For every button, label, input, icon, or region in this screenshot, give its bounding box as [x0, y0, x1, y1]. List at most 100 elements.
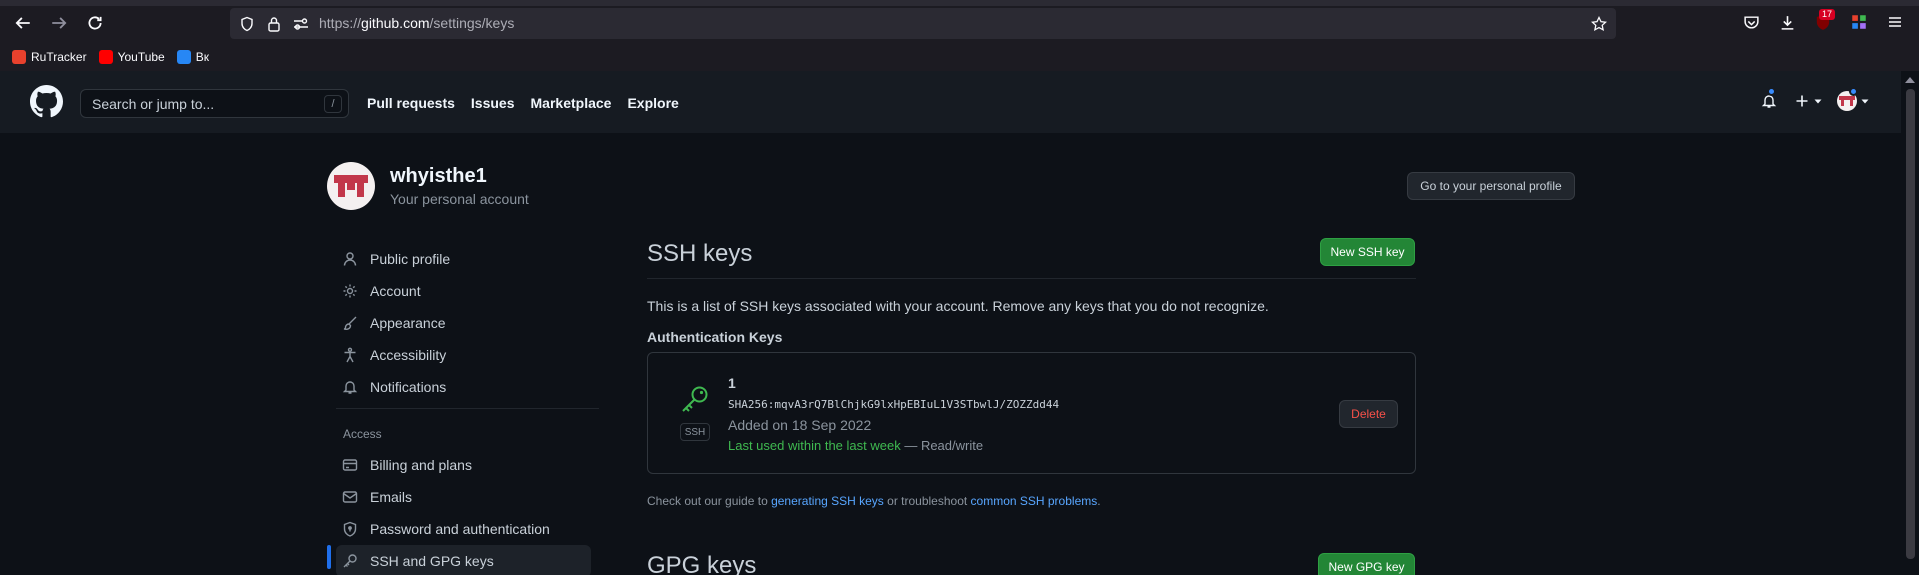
- active-indicator: [327, 545, 331, 569]
- key-type-badge: SSH: [680, 423, 710, 441]
- guide-middle: or troubleshoot: [883, 494, 971, 508]
- url-text[interactable]: https://github.com/settings/keys: [319, 15, 514, 31]
- search-placeholder: Search or jump to...: [92, 96, 215, 112]
- caret-down-icon: [1861, 99, 1869, 104]
- github-logo-icon[interactable]: [30, 85, 63, 118]
- notifications-button[interactable]: [1761, 87, 1777, 109]
- go-to-profile-button[interactable]: Go to your personal profile: [1407, 172, 1575, 200]
- nav-issues[interactable]: Issues: [471, 95, 515, 111]
- bookmark-star-icon[interactable]: [1590, 15, 1608, 33]
- sidebar-item-account[interactable]: Account: [336, 275, 591, 307]
- gpg-keys-title: GPG keys: [647, 552, 757, 575]
- tab-strip: [0, 0, 1919, 6]
- sidebar-item-emails[interactable]: Emails: [336, 481, 591, 513]
- shield-tracking-icon[interactable]: [238, 15, 256, 33]
- person-icon: [342, 251, 358, 267]
- key-last-used: Last used within the last week — Read/wr…: [728, 438, 983, 453]
- search-input[interactable]: Search or jump to... /: [80, 89, 349, 118]
- bookmark-label: YouTube: [117, 50, 165, 64]
- forward-button[interactable]: [46, 10, 72, 36]
- create-new-button[interactable]: [1794, 93, 1823, 109]
- bookmark-rutracker[interactable]: RuTracker: [12, 50, 87, 64]
- description-text: This is a list of SSH keys associated wi…: [647, 298, 1269, 314]
- sidebar-item-label: Notifications: [370, 379, 447, 395]
- plus-icon: [1796, 95, 1808, 107]
- arrow-right-icon: [52, 17, 67, 29]
- sidebar-item-label: Accessibility: [370, 347, 447, 363]
- new-ssh-key-button[interactable]: New SSH key: [1320, 238, 1415, 266]
- common-ssh-problems-link[interactable]: common SSH problems: [971, 494, 1098, 508]
- nav-pull-requests[interactable]: Pull requests: [367, 95, 455, 111]
- paintbrush-icon: [342, 315, 358, 331]
- auth-keys-heading: Authentication Keys: [647, 329, 783, 345]
- key-last-used-text: Last used within the last week: [728, 438, 901, 453]
- key-icon: [679, 383, 711, 415]
- url-host: github.com: [361, 15, 430, 31]
- sidebar-item-label: Account: [370, 283, 421, 299]
- credit-card-icon: [342, 457, 358, 473]
- browser-toolbar: https://github.com/settings/keys 17 RuTr…: [0, 0, 1919, 71]
- key-access-level: — Read/write: [900, 438, 984, 453]
- sidebar-item-label: Password and authentication: [370, 521, 550, 537]
- download-icon: [1781, 15, 1793, 30]
- shield-icon: [342, 521, 358, 537]
- lock-icon[interactable]: [265, 15, 283, 33]
- search-shortcut-key: /: [324, 95, 342, 113]
- bookmarks-bar: RuTracker YouTube Вк: [0, 46, 209, 68]
- sidebar-item-billing[interactable]: Billing and plans: [336, 449, 591, 481]
- delete-key-button[interactable]: Delete: [1339, 400, 1398, 428]
- key-fingerprint: SHA256:mqvA3rQ7BlChjkG9lxHpEBIuL1V3STbwl…: [728, 398, 1060, 411]
- pocket-button[interactable]: [1740, 11, 1762, 33]
- profile-subtitle: Your personal account: [390, 191, 529, 207]
- sidebar-item-notifications[interactable]: Notifications: [336, 371, 591, 403]
- url-scheme: https://: [319, 15, 362, 31]
- reload-button[interactable]: [82, 10, 108, 36]
- pocket-icon: [1743, 15, 1759, 29]
- back-button[interactable]: [10, 10, 36, 36]
- profile-avatar[interactable]: [327, 162, 375, 210]
- nav-explore[interactable]: Explore: [627, 95, 678, 111]
- header-nav: Pull requests Issues Marketplace Explore: [367, 95, 679, 111]
- vk-icon: [176, 50, 191, 64]
- sidebar-item-public-profile[interactable]: Public profile: [336, 243, 591, 275]
- bookmark-label: RuTracker: [31, 50, 87, 64]
- key-added-date: Added on 18 Sep 2022: [728, 417, 872, 433]
- scrollbar-thumb[interactable]: [1906, 89, 1915, 559]
- user-menu-button[interactable]: [1837, 87, 1870, 111]
- permissions-icon[interactable]: [292, 15, 310, 33]
- guide-suffix: .: [1097, 494, 1101, 508]
- downloads-button[interactable]: [1776, 11, 1798, 33]
- extension-button[interactable]: [1848, 11, 1870, 33]
- page-scrollbar[interactable]: [1901, 71, 1919, 575]
- address-bar[interactable]: https://github.com/settings/keys: [230, 8, 1616, 39]
- sidebar-item-password-auth[interactable]: Password and authentication: [336, 513, 591, 545]
- extension-badge: 17: [1819, 9, 1836, 20]
- sidebar-item-label: Public profile: [370, 251, 451, 267]
- bookmark-vk[interactable]: Вк: [176, 50, 209, 64]
- bookmark-label: Вк: [195, 50, 209, 64]
- key-title: 1: [728, 375, 736, 391]
- hamburger-icon: [1889, 17, 1901, 27]
- gear-icon: [342, 283, 358, 299]
- sidebar-item-appearance[interactable]: Appearance: [336, 307, 591, 339]
- title-divider: [647, 278, 1416, 279]
- new-gpg-key-button[interactable]: New GPG key: [1318, 553, 1415, 575]
- bookmark-youtube[interactable]: YouTube: [98, 50, 165, 64]
- rutracker-icon: [12, 50, 26, 64]
- arrow-left-icon: [15, 17, 30, 29]
- status-indicator: [1849, 87, 1858, 96]
- guide-text: Check out our guide to generating SSH ke…: [647, 494, 1101, 508]
- sidebar-item-ssh-gpg-keys[interactable]: SSH and GPG keys: [336, 545, 591, 575]
- profile-username[interactable]: whyisthe1: [390, 165, 487, 188]
- nav-marketplace[interactable]: Marketplace: [531, 95, 612, 111]
- sidebar-item-accessibility[interactable]: Accessibility: [336, 339, 591, 371]
- guide-prefix: Check out our guide to: [647, 494, 772, 508]
- url-path: /settings/keys: [429, 15, 515, 31]
- scroll-up-arrow-icon[interactable]: [1905, 77, 1915, 83]
- menu-button[interactable]: [1884, 11, 1906, 33]
- puzzle-extension-icon: [1852, 15, 1866, 29]
- bell-icon: [342, 379, 358, 395]
- page-title: SSH keys: [647, 240, 753, 267]
- generating-ssh-keys-link[interactable]: generating SSH keys: [771, 494, 884, 508]
- mail-icon: [342, 489, 358, 505]
